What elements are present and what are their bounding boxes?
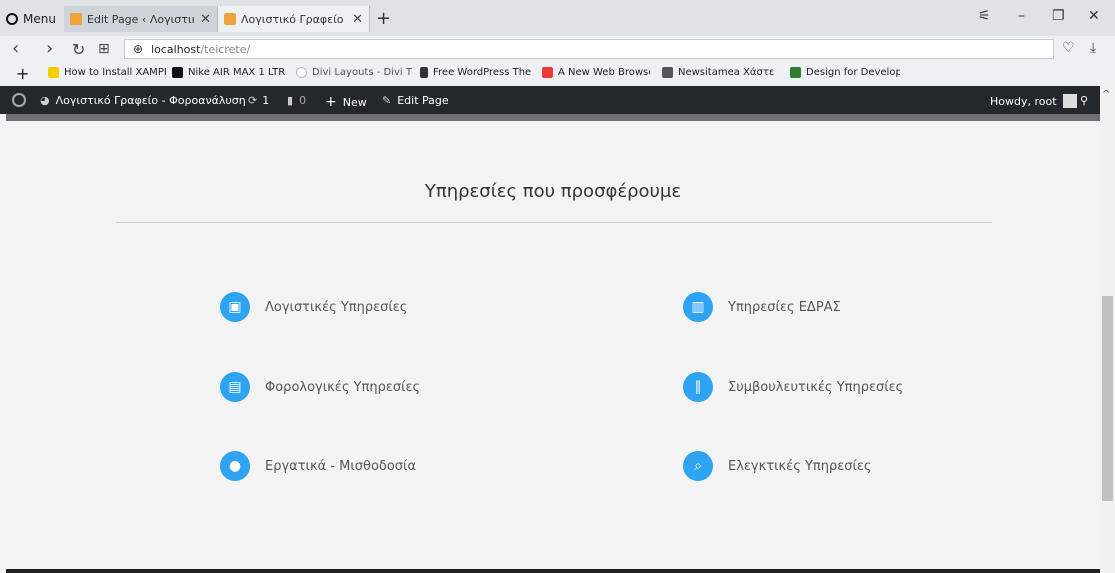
close-tab-icon[interactable]: ✕ — [352, 12, 363, 27]
new-label: New — [342, 95, 367, 109]
speed-dial-icon[interactable]: ⊞ — [98, 41, 110, 57]
service-item: ∥ Συμβουλευτικές Υπηρεσίες — [683, 372, 903, 402]
account-menu[interactable]: Howdy, root — [990, 94, 1077, 108]
bookmark-item[interactable]: Newsitamea Χάστε β — [662, 67, 778, 78]
url-path: /teicrete/ — [200, 42, 251, 56]
bookmark-label: A New Web Browser — [558, 67, 650, 78]
bookmark-item[interactable]: Nike AIR MAX 1 LTR — [172, 67, 286, 78]
url-input[interactable]: ⊕ localhost/teicrete/ — [124, 39, 1054, 59]
heart-icon[interactable]: ♡ — [1062, 40, 1075, 56]
service-label: Φορολογικές Υπηρεσίες — [265, 379, 421, 395]
opera-menu-button[interactable]: Menu — [6, 10, 56, 28]
xampp-icon — [48, 67, 59, 78]
reload-button[interactable]: ↻ — [72, 40, 85, 59]
globe-icon: ⊕ — [133, 42, 144, 56]
document-icon — [420, 67, 428, 78]
updates-icon: ⟳ — [248, 94, 258, 107]
plus-icon: + — [325, 94, 337, 110]
tab-edit-page[interactable]: Edit Page ‹ Λογιστικό Γραφ ✕ — [64, 6, 218, 32]
footer-edge — [6, 569, 1100, 573]
service-label: Συμβουλευτικές Υπηρεσίες — [728, 379, 904, 395]
service-item: ⌕ Ελεγκτικές Υπηρεσίες — [683, 451, 872, 481]
bookmark-label: Free WordPress Them — [433, 67, 532, 78]
close-tab-icon[interactable]: ✕ — [200, 12, 211, 27]
new-content-link[interactable]: + New — [325, 94, 367, 110]
scrollbar-thumb[interactable] — [1102, 296, 1113, 501]
service-label: Ελεγκτικές Υπηρεσίες — [728, 458, 872, 474]
back-button[interactable]: ‹ — [12, 38, 19, 59]
service-label: Λογιστικές Υπηρεσίες — [265, 299, 408, 315]
hero-image-edge — [6, 114, 1100, 121]
updates-link[interactable]: ⟳ 1 — [248, 94, 269, 107]
document-icon: ▤ — [220, 372, 250, 402]
service-item: ● Εργατικά - Μισθοδοσία — [220, 451, 416, 481]
bookmarks-bar: + How to Install XAMPP Nike AIR MAX 1 LT… — [0, 62, 1115, 87]
add-bookmark-button[interactable]: + — [16, 64, 29, 83]
service-item: ▤ Φορολογικές Υπηρεσίες — [220, 372, 420, 402]
menu-label: Menu — [23, 12, 56, 26]
document-search-icon: ⌕ — [683, 451, 713, 481]
design-icon — [790, 67, 801, 78]
bookmark-item[interactable]: Design for Developer — [790, 67, 900, 78]
download-icon[interactable]: ⤓ — [1090, 40, 1096, 56]
bookmark-item[interactable]: How to Install XAMPP — [48, 67, 166, 78]
minimize-button[interactable]: – — [1018, 8, 1025, 24]
vivaldi-icon — [542, 67, 553, 78]
services-section: Υπηρεσίες που προσφέρουμε ▣ Λογιστικές Υ… — [6, 121, 1100, 569]
comments-link[interactable]: ▮ 0 — [287, 94, 306, 107]
forward-button[interactable]: › — [46, 38, 53, 59]
new-tab-button[interactable]: + — [376, 8, 391, 29]
updates-count: 1 — [262, 94, 270, 107]
tools-icon: ∥ — [683, 372, 713, 402]
howdy-text: Howdy, root — [990, 94, 1057, 108]
pencil-icon: ✎ — [382, 94, 392, 107]
bookmark-label: Divi Layouts - Divi Th — [312, 67, 412, 78]
section-title: Υπηρεσίες που προσφέρουμε — [424, 181, 682, 202]
bookmark-item[interactable]: Divi Layouts - Divi Th — [296, 67, 412, 78]
newsitamea-icon — [662, 67, 673, 78]
edit-label: Edit Page — [397, 94, 449, 107]
browser-tab-bar: Menu Edit Page ‹ Λογιστικό Γραφ ✕ Λογιστ… — [0, 0, 1115, 36]
bookmark-item[interactable]: Free WordPress Them — [420, 67, 532, 78]
opera-logo-icon — [6, 13, 18, 25]
bookmark-label: Nike AIR MAX 1 LTR — [188, 67, 286, 78]
search-icon[interactable]: ⚲ — [1080, 94, 1088, 107]
edit-page-link[interactable]: ✎ Edit Page — [382, 94, 449, 107]
site-favicon-icon — [224, 13, 236, 25]
building-icon: ▥ — [683, 292, 713, 322]
url-host: localhost — [151, 42, 201, 56]
site-name-link[interactable]: ◕ Λογιστικό Γραφείο - Φοροανάλυση — [40, 94, 246, 107]
wordpress-logo-icon[interactable] — [12, 93, 26, 107]
section-divider — [116, 222, 992, 223]
presentation-chart-icon: ▣ — [220, 292, 250, 322]
comments-count: 0 — [299, 94, 307, 107]
service-label: Εργατικά - Μισθοδοσία — [265, 458, 417, 474]
dashboard-icon: ◕ — [40, 94, 50, 107]
avatar — [1062, 94, 1077, 108]
service-item: ▣ Λογιστικές Υπηρεσίες — [220, 292, 407, 322]
scroll-up-icon[interactable]: ^ — [1102, 89, 1110, 100]
wp-admin-bar: ◕ Λογιστικό Γραφείο - Φοροανάλυση ⟳ 1 ▮ … — [0, 86, 1100, 114]
service-label: Υπηρεσίες ΕΔΡΑΣ — [728, 299, 841, 315]
comment-icon: ▮ — [287, 94, 294, 107]
close-window-button[interactable]: ✕ — [1088, 8, 1100, 24]
service-item: ▥ Υπηρεσίες ΕΔΡΑΣ — [683, 292, 841, 322]
tab-title: Λογιστικό Γραφείο – Φορ — [241, 12, 346, 26]
bookmark-item[interactable]: A New Web Browser — [542, 67, 650, 78]
divi-icon — [296, 67, 307, 78]
restore-button[interactable]: ❐ — [1052, 8, 1065, 24]
site-name: Λογιστικό Γραφείο - Φοροανάλυση — [55, 94, 246, 107]
tab-menu-icon[interactable]: ⚟ — [978, 8, 991, 24]
bookmark-label: How to Install XAMPP — [64, 67, 166, 78]
bookmark-label: Newsitamea Χάστε β — [678, 67, 778, 78]
users-icon: ● — [220, 451, 250, 481]
nike-icon — [172, 67, 183, 78]
tab-title: Edit Page ‹ Λογιστικό Γραφ — [87, 12, 194, 26]
site-favicon-icon — [70, 13, 82, 25]
bookmark-label: Design for Developer — [806, 67, 900, 78]
tab-site-front[interactable]: Λογιστικό Γραφείο – Φορ ✕ — [218, 6, 370, 32]
